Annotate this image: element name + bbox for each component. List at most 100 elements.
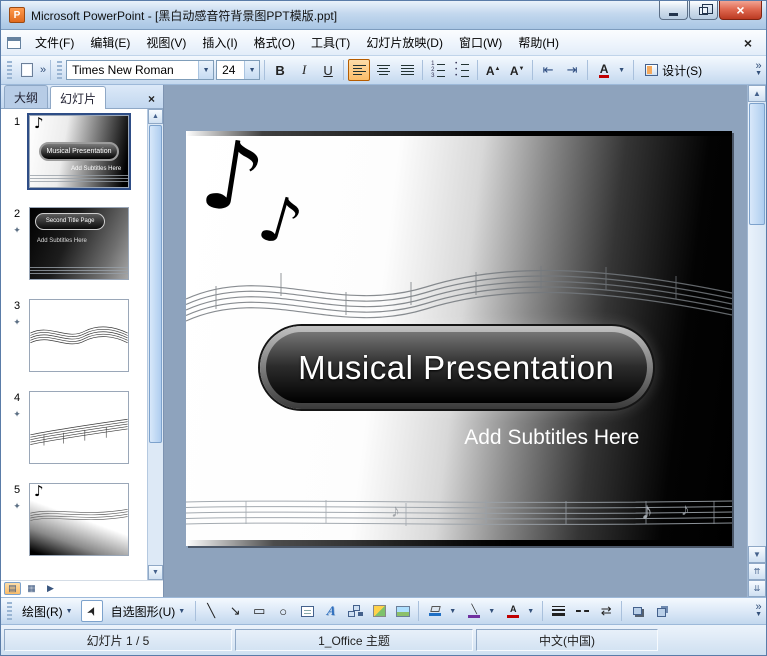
scroll-track[interactable] [148, 124, 163, 565]
font-color-button[interactable]: A [502, 600, 524, 622]
menu-slideshow[interactable]: 幻灯片放映(D) [358, 30, 451, 55]
menu-file[interactable]: 文件(F) [27, 30, 82, 55]
line-color-dropdown[interactable]: ▼ [485, 600, 498, 622]
numbering-button[interactable]: 123 [427, 59, 449, 81]
3d-style-button[interactable] [650, 600, 672, 622]
toolbar-drag-handle[interactable] [7, 61, 12, 79]
chevron-down-icon[interactable]: ▼ [244, 61, 260, 79]
rectangle-button[interactable]: ▭ [248, 600, 270, 622]
autoshapes-menu-button[interactable]: 自选图形(U) ▼ [105, 600, 192, 623]
status-theme: 1_Office 主题 [235, 629, 473, 651]
scroll-thumb[interactable] [149, 125, 162, 443]
draw-menu-button[interactable]: 绘图(R) ▼ [16, 600, 79, 623]
thumbnail-canvas[interactable] [29, 391, 129, 464]
menu-window[interactable]: 窗口(W) [451, 30, 510, 55]
minimize-button[interactable] [659, 1, 688, 20]
thumbnail-canvas[interactable]: Second Title Page Add Subtitles Here [29, 207, 129, 280]
previous-slide-button[interactable]: ⇈ [748, 563, 766, 580]
italic-button[interactable]: I [293, 59, 315, 81]
menu-view[interactable]: 视图(V) [138, 30, 194, 55]
thumbnail-canvas[interactable] [29, 299, 129, 372]
slide-thumbnail-5[interactable]: 5 ✦ ♪ [5, 483, 147, 556]
bullets-button[interactable]: • • • [451, 59, 473, 81]
tab-slides[interactable]: 幻灯片 [50, 86, 107, 109]
title-placeholder[interactable]: Musical Presentation [259, 326, 653, 410]
slide-thumbnail-2[interactable]: 2 ✦ Second Title Page Add Subtitles Here [5, 207, 147, 280]
slide-thumbnail-4[interactable]: 4 ✦ [5, 391, 147, 464]
fill-color-split-button: ▼ [423, 599, 460, 623]
clip-art-icon [372, 605, 386, 617]
slide-thumbnail-3[interactable]: 3 ✦ [5, 299, 147, 372]
oval-button[interactable]: ○ [272, 600, 294, 622]
arrow-button[interactable]: ↘ [224, 600, 246, 622]
pane-close-icon[interactable]: × [142, 92, 161, 108]
close-button[interactable]: × [719, 1, 762, 20]
menu-format[interactable]: 格式(O) [246, 30, 303, 55]
line-button[interactable]: ╲ [200, 600, 222, 622]
editor-scrollbar[interactable]: ▲ ▼ ⇈ ⇊ [747, 85, 766, 597]
menu-edit[interactable]: 编辑(E) [82, 30, 138, 55]
toolbar-options-chevron[interactable]: » [40, 65, 46, 76]
font-name-combo[interactable]: Times New Roman ▼ [66, 60, 215, 80]
new-slide-button[interactable] [16, 59, 38, 81]
thumbnail-canvas[interactable]: ♪ [29, 483, 129, 556]
subtitle-placeholder[interactable]: Add Subtitles Here [437, 426, 666, 450]
transition-star-icon: ✦ [13, 317, 21, 327]
slideshow-view-button[interactable]: ▶ [42, 582, 59, 595]
font-color-button[interactable]: A [593, 59, 615, 81]
scroll-down-icon[interactable]: ▼ [148, 565, 163, 580]
font-size-combo[interactable]: 24 ▼ [216, 60, 261, 80]
toolbar-drag-handle[interactable] [7, 602, 12, 620]
thumbnail-canvas[interactable]: ♪ Musical Presentation Add Subtitles Her… [27, 113, 131, 190]
increase-font-button[interactable]: A▲ [482, 59, 504, 81]
scroll-thumb[interactable] [749, 103, 765, 225]
toolbar-options-chevron[interactable]: » ▼ [755, 602, 762, 619]
toolbar-drag-handle[interactable] [57, 61, 63, 79]
thumbnail-scrollbar[interactable]: ▲ ▼ [147, 109, 163, 580]
slide-canvas[interactable]: ♪ ♪ Musical Presentation Add Subtitles H… [186, 131, 732, 546]
restore-button[interactable] [689, 1, 718, 20]
scroll-track[interactable] [748, 102, 766, 546]
font-color-dropdown[interactable]: ▼ [615, 59, 628, 81]
scroll-up-icon[interactable]: ▲ [148, 109, 163, 124]
wordart-button[interactable]: A [320, 600, 342, 622]
close-icon: × [736, 2, 745, 18]
align-center-button[interactable] [372, 59, 394, 81]
normal-view-button[interactable]: ▤ [4, 582, 21, 595]
decrease-font-button[interactable]: A▼ [506, 59, 528, 81]
line-style-button[interactable] [547, 600, 569, 622]
next-slide-button[interactable]: ⇊ [748, 580, 766, 597]
menu-tools[interactable]: 工具(T) [303, 30, 358, 55]
line-color-button[interactable]: ╲ [463, 600, 485, 622]
close-document-icon[interactable]: × [734, 35, 762, 51]
chevron-down-icon[interactable]: ▼ [198, 61, 214, 79]
fill-color-button[interactable] [424, 600, 446, 622]
text-box-button[interactable] [296, 600, 318, 622]
slide-sorter-view-button[interactable]: ▦ [23, 582, 40, 595]
diagram-button[interactable] [344, 600, 366, 622]
slide-design-button[interactable]: 设计(S) [638, 59, 709, 82]
align-justify-button[interactable] [396, 59, 418, 81]
formatting-toolbar: » Times New Roman ▼ 24 ▼ B I U 123 ••• [1, 56, 766, 85]
insert-picture-button[interactable] [392, 600, 414, 622]
separator [587, 60, 589, 80]
scroll-up-icon[interactable]: ▲ [748, 85, 766, 102]
fill-color-dropdown[interactable]: ▼ [446, 600, 459, 622]
bold-button[interactable]: B [269, 59, 291, 81]
arrow-style-button[interactable]: ⇄ [595, 600, 617, 622]
slide-thumbnail-1[interactable]: 1 ♪ Musical Presentation Add Subtitles H… [5, 113, 147, 190]
scroll-down-icon[interactable]: ▼ [748, 546, 766, 563]
shadow-style-button[interactable] [626, 600, 648, 622]
tab-outline[interactable]: 大纲 [4, 85, 49, 108]
menu-insert[interactable]: 插入(I) [194, 30, 245, 55]
menu-help[interactable]: 帮助(H) [510, 30, 567, 55]
increase-indent-button[interactable]: ⇥ [561, 59, 583, 81]
toolbar-options-chevron[interactable]: » ▼ [755, 61, 762, 78]
dash-style-button[interactable] [571, 600, 593, 622]
font-color-dropdown[interactable]: ▼ [524, 600, 537, 622]
decrease-indent-button[interactable]: ⇤ [537, 59, 559, 81]
clip-art-button[interactable] [368, 600, 390, 622]
align-left-button[interactable] [348, 59, 371, 81]
underline-button[interactable]: U [317, 59, 339, 81]
select-objects-button[interactable]: ➤ [80, 600, 103, 622]
